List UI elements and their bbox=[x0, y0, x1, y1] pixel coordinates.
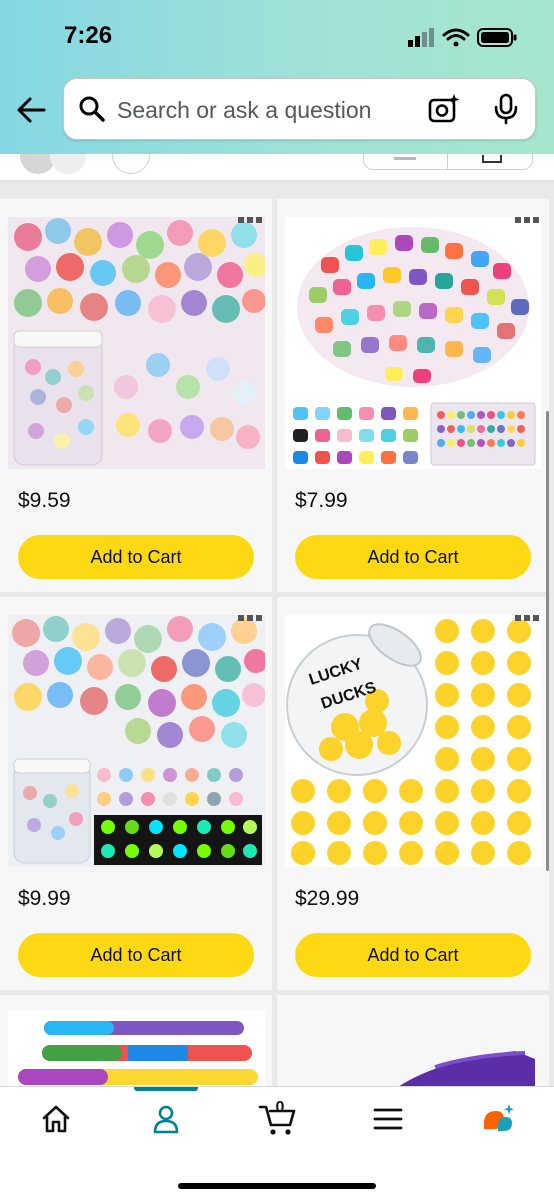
add-to-cart-button[interactable]: Add to Cart bbox=[295, 535, 531, 579]
filter-strip bbox=[0, 154, 554, 181]
microphone-icon[interactable] bbox=[492, 93, 520, 125]
more-options-icon[interactable] bbox=[515, 615, 539, 621]
search-icon bbox=[79, 96, 105, 122]
product-image[interactable] bbox=[8, 217, 265, 469]
scrollbar[interactable] bbox=[546, 411, 549, 871]
back-button[interactable] bbox=[14, 92, 50, 128]
add-to-cart-button[interactable]: Add to Cart bbox=[18, 933, 254, 977]
search-input[interactable]: Search or ask a question bbox=[117, 97, 371, 124]
product-card[interactable] bbox=[0, 995, 272, 1086]
product-price: $9.99 bbox=[18, 887, 71, 910]
product-grid: $9.59 Add to Cart $7.99 Add to Cart $9.9… bbox=[0, 181, 554, 1086]
add-to-cart-button[interactable]: Add to Cart bbox=[295, 933, 531, 977]
product-card[interactable]: LUCKY DUCKS $29.99 Add to Cart bbox=[277, 597, 549, 990]
product-price: $9.59 bbox=[18, 489, 71, 512]
filter-chip[interactable] bbox=[112, 154, 150, 174]
product-image[interactable] bbox=[285, 217, 542, 469]
menu-icon bbox=[373, 1108, 403, 1130]
status-icons bbox=[408, 28, 517, 47]
view-toggle[interactable] bbox=[363, 154, 533, 170]
tab-rufus[interactable] bbox=[474, 1099, 522, 1139]
search-bar[interactable]: Search or ask a question bbox=[63, 78, 536, 140]
product-price: $7.99 bbox=[295, 489, 348, 512]
wifi-icon bbox=[442, 28, 470, 41]
tab-home[interactable] bbox=[32, 1099, 80, 1139]
signal-icon bbox=[408, 40, 413, 47]
product-image[interactable] bbox=[8, 1011, 265, 1086]
home-indicator bbox=[178, 1183, 376, 1189]
more-options-icon[interactable] bbox=[515, 217, 539, 223]
camera-icon[interactable] bbox=[428, 93, 460, 125]
battery-icon bbox=[477, 28, 517, 47]
back-arrow-icon bbox=[17, 97, 46, 123]
tab-menu[interactable] bbox=[364, 1099, 412, 1139]
product-price: $29.99 bbox=[295, 887, 360, 910]
filter-avatar bbox=[50, 154, 86, 174]
rufus-icon bbox=[484, 1104, 514, 1131]
more-options-icon[interactable] bbox=[238, 615, 262, 621]
cart-count: 0 bbox=[275, 1099, 285, 1116]
product-card[interactable]: $7.99 Add to Cart bbox=[277, 199, 549, 592]
active-tab-indicator bbox=[134, 1087, 198, 1091]
product-image[interactable]: LUCKY DUCKS bbox=[285, 615, 542, 867]
home-icon bbox=[42, 1105, 70, 1133]
product-image[interactable] bbox=[8, 615, 265, 867]
product-card[interactable] bbox=[277, 995, 549, 1086]
add-to-cart-button[interactable]: Add to Cart bbox=[18, 535, 254, 579]
product-card[interactable]: $9.99 Add to Cart bbox=[0, 597, 272, 990]
app-header: 7:26 Search or ask a question bbox=[0, 0, 554, 154]
bottom-tab-bar: 0 bbox=[0, 1086, 554, 1201]
product-image[interactable] bbox=[285, 1011, 542, 1086]
status-time: 7:26 bbox=[64, 22, 113, 49]
more-options-icon[interactable] bbox=[238, 217, 262, 223]
tab-account[interactable] bbox=[142, 1099, 190, 1139]
product-card[interactable]: $9.59 Add to Cart bbox=[0, 199, 272, 592]
account-icon bbox=[153, 1105, 179, 1134]
